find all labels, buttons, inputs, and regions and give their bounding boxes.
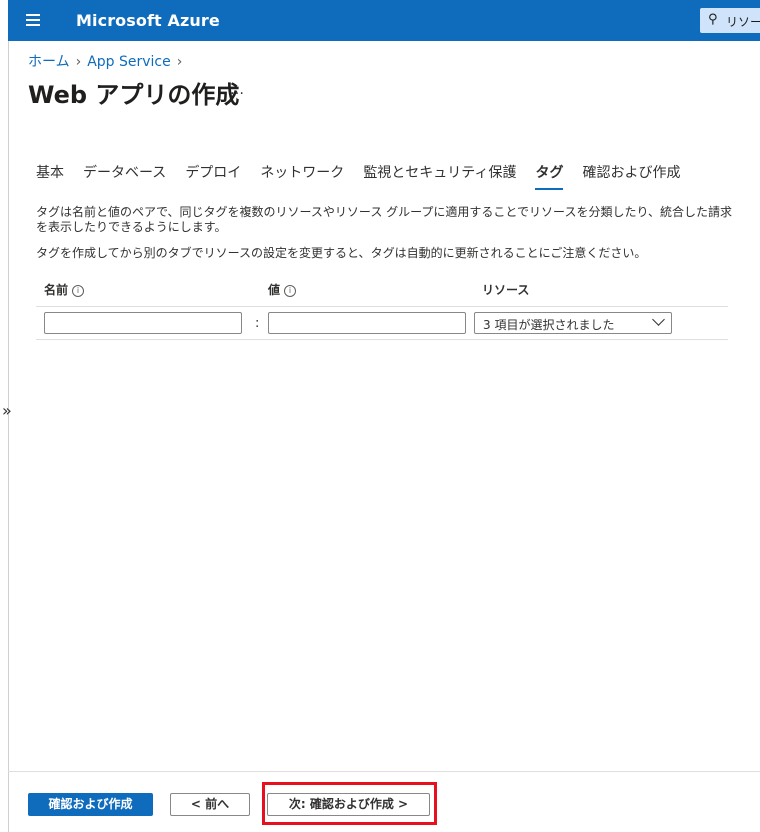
review-create-button[interactable]: 確認および作成 — [28, 793, 153, 816]
breadcrumb-app-service-link[interactable]: App Service — [87, 54, 171, 70]
info-icon[interactable]: i — [72, 284, 85, 297]
highlight-box — [262, 782, 437, 825]
table-row-divider — [36, 306, 728, 307]
breadcrumb-chevron-icon: › — [75, 54, 82, 70]
breadcrumb: ホーム › App Service › — [28, 51, 188, 71]
tab-monitoring-security[interactable]: 監視とセキュリティ保護 — [363, 162, 516, 188]
tab-review-create[interactable]: 確認および作成 — [582, 162, 680, 188]
column-header-name: 名前 i — [44, 281, 85, 298]
column-header-value-label: 値 — [268, 283, 281, 297]
tags-update-note: タグを作成してから別のタブでリソースの設定を変更すると、タグは自動的に更新される… — [36, 246, 647, 260]
page-title: Web アプリの作成 — [28, 81, 240, 109]
search-placeholder: リソー — [726, 15, 760, 29]
table-row-divider — [36, 339, 728, 340]
hamburger-icon[interactable] — [26, 12, 40, 28]
column-header-resource: リソース — [482, 283, 530, 297]
tab-database[interactable]: データベース — [83, 162, 166, 188]
tab-networking[interactable]: ネットワーク — [260, 162, 344, 188]
resource-select-dropdown[interactable]: 3 項目が選択されました — [474, 312, 672, 334]
chevron-down-icon — [652, 313, 665, 326]
info-icon[interactable]: i — [284, 284, 297, 297]
name-value-separator: : — [255, 316, 260, 331]
tag-value-input[interactable] — [268, 312, 466, 334]
tab-deployment[interactable]: デプロイ — [185, 162, 241, 188]
tags-description: タグは名前と値のペアで、同じタグを複数のリソースやリソース グループに適用するこ… — [36, 205, 732, 234]
tab-basics[interactable]: 基本 — [36, 162, 64, 188]
breadcrumb-home-link[interactable]: ホーム — [28, 54, 70, 70]
double-chevron-right-icon[interactable]: » — [2, 401, 12, 420]
search-input[interactable]: ⚲ リソー — [700, 8, 760, 33]
column-header-value: 値i — [268, 281, 297, 298]
tab-bar: 基本 データベース デプロイ ネットワーク 監視とセキュリティ保護 タグ 確認および作成 — [36, 162, 699, 190]
column-header-name-label: 名前 — [44, 283, 69, 297]
brand-title[interactable]: Microsoft Azure — [76, 11, 220, 30]
tab-tags[interactable]: タグ — [535, 162, 564, 190]
footer-divider — [8, 771, 760, 772]
previous-button[interactable]: < 前へ — [170, 793, 250, 816]
more-options-icon[interactable]: … — [230, 82, 244, 98]
breadcrumb-chevron-icon: › — [176, 54, 183, 70]
search-icon: ⚲ — [708, 12, 718, 27]
top-bar: Microsoft Azure ⚲ リソー — [8, 0, 760, 41]
resource-select-value: 3 項目が選択されました — [483, 318, 615, 332]
tag-name-input[interactable] — [44, 312, 242, 334]
